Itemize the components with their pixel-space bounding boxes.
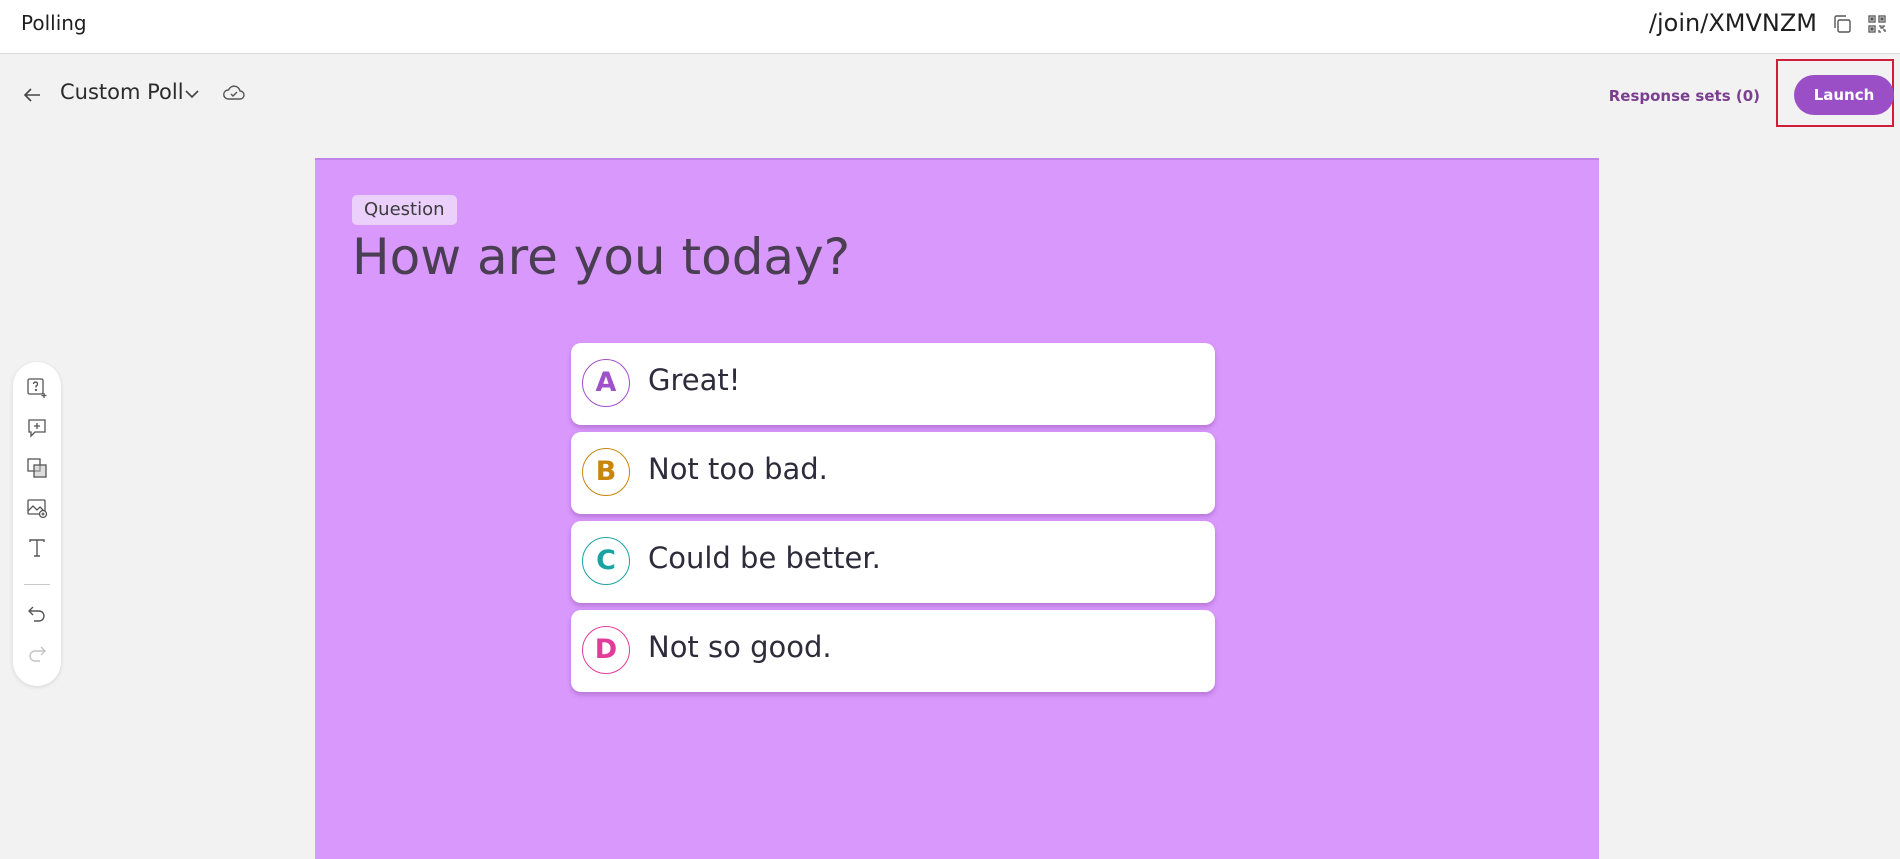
chevron-down-icon xyxy=(185,90,199,99)
answer-option-b[interactable]: B Not too bad. xyxy=(571,432,1215,514)
text-icon[interactable] xyxy=(25,536,49,560)
option-text: Not so good. xyxy=(648,630,832,664)
option-text: Could be better. xyxy=(648,541,881,575)
question-tag: Question xyxy=(352,195,457,225)
back-button[interactable] xyxy=(20,83,44,107)
qr-code-icon[interactable] xyxy=(1866,13,1888,35)
launch-highlight: Launch xyxy=(1776,59,1894,127)
toolbar-divider xyxy=(24,584,50,585)
copy-icon[interactable] xyxy=(1831,13,1853,35)
answer-option-c[interactable]: C Could be better. xyxy=(571,521,1215,603)
question-text[interactable]: How are you today? xyxy=(352,228,850,286)
poll-dropdown-button[interactable] xyxy=(182,84,202,104)
editor-toolbar xyxy=(13,362,61,686)
cloud-icon xyxy=(222,82,246,104)
shapes-icon[interactable] xyxy=(25,456,49,480)
add-comment-icon[interactable] xyxy=(25,416,49,440)
join-url: /join/XMVNZM xyxy=(1648,9,1817,37)
option-text: Not too bad. xyxy=(648,452,828,486)
response-sets-link[interactable]: Response sets (0) xyxy=(1609,87,1760,105)
option-letter: A xyxy=(582,359,630,407)
poll-title[interactable]: Custom Poll xyxy=(60,80,184,104)
option-letter: B xyxy=(582,448,630,496)
app-title: Polling xyxy=(21,11,87,35)
option-text: Great! xyxy=(648,363,741,397)
undo-icon[interactable] xyxy=(25,602,49,626)
launch-button[interactable]: Launch xyxy=(1794,75,1894,115)
image-icon[interactable] xyxy=(25,496,49,520)
redo-icon[interactable] xyxy=(25,642,49,666)
poll-slide: Question How are you today? A Great! B N… xyxy=(315,158,1599,859)
option-letter: C xyxy=(582,537,630,585)
answer-option-d[interactable]: D Not so good. xyxy=(571,610,1215,692)
answer-option-a[interactable]: A Great! xyxy=(571,343,1215,425)
top-bar: Polling /join/XMVNZM xyxy=(0,0,1900,54)
arrow-left-icon xyxy=(23,88,40,102)
add-question-icon[interactable] xyxy=(25,376,49,400)
option-letter: D xyxy=(582,626,630,674)
